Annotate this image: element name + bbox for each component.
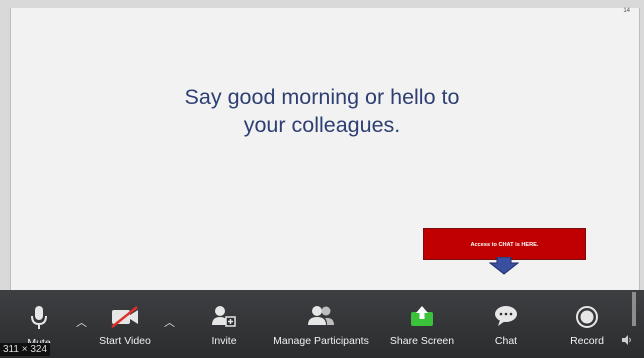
manage-participants-button[interactable]: Manage Participants (262, 290, 380, 358)
record-button[interactable]: Record (562, 290, 612, 358)
manage-participants-label: Manage Participants (273, 335, 369, 347)
record-label: Record (570, 335, 604, 347)
start-video-label: Start Video (99, 335, 151, 347)
chat-label: Chat (494, 335, 518, 347)
headline-line-1: Say good morning or hello to (184, 85, 460, 109)
invite-button[interactable]: Invite (202, 290, 246, 358)
audio-options-caret-icon[interactable]: ︿ (76, 314, 87, 330)
share-screen-button[interactable]: Share Screen (386, 290, 458, 358)
participants-icon (308, 306, 334, 325)
headline-line-2: your colleagues. (243, 113, 401, 137)
microphone-icon (31, 306, 47, 329)
chat-button[interactable]: Chat (484, 290, 528, 358)
dimension-readout: 311 × 324 (0, 343, 51, 356)
video-off-icon (111, 306, 138, 328)
scrollbar-edge (632, 292, 636, 326)
slide-headline: Say good morning or hello to your collea… (0, 83, 644, 139)
add-person-icon (212, 306, 236, 327)
meeting-toolbar: Mute ︿ Start Video ︿ Invite Manage Parti… (0, 290, 644, 358)
speaker-icon (622, 335, 631, 345)
slide-page-number: 14 (623, 8, 630, 14)
chat-callout-box: Access to CHAT is HERE. (423, 228, 586, 260)
share-screen-icon (411, 306, 433, 326)
callout-down-arrow-icon (489, 257, 519, 275)
video-options-caret-icon[interactable]: ︿ (164, 314, 175, 330)
start-video-button[interactable]: Start Video (90, 290, 160, 358)
chat-bubble-icon (495, 306, 517, 326)
record-icon (576, 306, 598, 328)
invite-label: Invite (211, 335, 237, 347)
share-screen-label: Share Screen (389, 335, 455, 347)
